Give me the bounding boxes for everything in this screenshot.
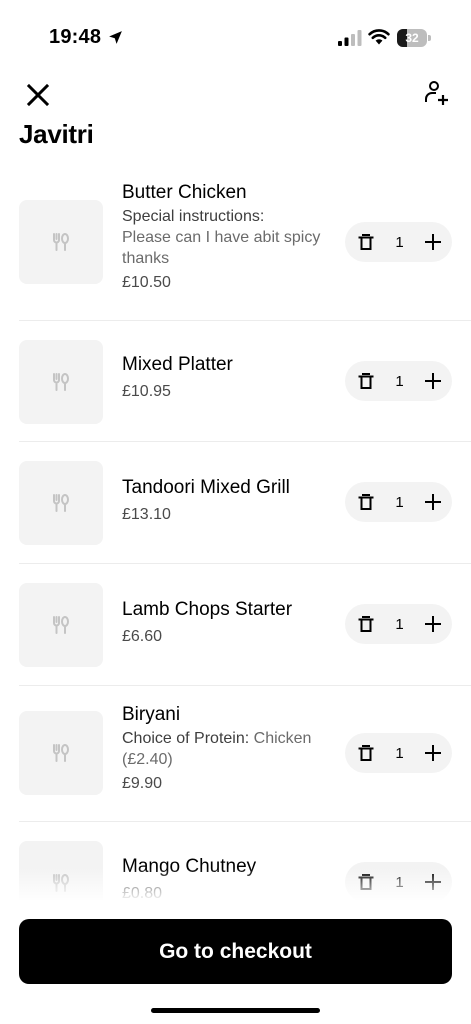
customization-label: Choice of Protein: [122,730,250,747]
utensils-icon [53,233,69,251]
home-indicator [151,1008,320,1013]
close-button[interactable] [22,79,54,111]
remove-item-button[interactable] [357,233,375,251]
cart-items-list: Butter Chicken Special instructions: Pleas… [0,172,471,942]
item-price: £6.60 [122,628,163,645]
item-quantity: 1 [395,372,404,390]
item-name: Biryani [122,704,181,725]
quantity-stepper: 1 [345,482,452,522]
checkout-button[interactable]: Go to checkout [19,919,452,984]
plus-icon [425,234,441,250]
item-name: Tandoori Mixed Grill [122,477,290,498]
increase-quantity-button[interactable] [424,372,442,390]
trash-icon [358,494,374,510]
item-thumbnail [19,200,103,284]
cart-item[interactable]: Biryani Choice of Protein: Chicken (£2.40… [19,686,471,822]
item-name: Lamb Chops Starter [122,599,293,620]
list-fade [0,868,471,902]
location-arrow-icon [109,31,122,44]
quantity-stepper: 1 [345,733,452,773]
customization-value: Please can I have abit spicy thanks [122,229,321,267]
trash-icon [358,373,374,389]
item-quantity: 1 [395,615,404,633]
cart-item[interactable]: Lamb Chops Starter £6.60 1 [19,564,471,686]
utensils-icon [53,373,69,391]
close-icon [26,83,50,107]
item-info: Mixed Platter £10.95 [122,352,337,404]
increase-quantity-button[interactable] [424,493,442,511]
cart-item[interactable]: Mixed Platter £10.95 1 [19,321,471,442]
cart-item[interactable]: Tandoori Mixed Grill £13.10 1 [19,442,471,564]
remove-item-button[interactable] [357,372,375,390]
item-quantity: 1 [395,233,404,251]
increase-quantity-button[interactable] [424,615,442,633]
increase-quantity-button[interactable] [424,744,442,762]
utensils-icon [53,616,69,634]
cart-item[interactable]: Butter Chicken Special instructions: Pleas… [19,172,471,321]
plus-icon [425,494,441,510]
item-name: Mixed Platter [122,354,233,375]
plus-icon [425,373,441,389]
utensils-icon [53,494,69,512]
add-person-icon [425,81,448,105]
trash-icon [358,616,374,632]
item-price: £10.95 [122,383,171,400]
increase-quantity-button[interactable] [424,233,442,251]
item-info: Lamb Chops Starter £6.60 [122,597,337,649]
item-customization: Choice of Protein: Chicken (£2.40) [122,728,337,770]
quantity-stepper: 1 [345,361,452,401]
item-info: Biryani Choice of Protein: Chicken (£2.40… [122,702,337,796]
trash-icon [358,234,374,250]
remove-item-button[interactable] [357,744,375,762]
item-price: £9.90 [122,775,163,792]
store-title: Javitri [19,119,94,149]
item-customization: Special instructions: Please can I have a… [122,206,337,269]
trash-icon [358,745,374,761]
status-bar: 19:48 32 [0,0,471,76]
add-person-button[interactable] [420,76,454,110]
item-price: £10.50 [122,274,171,291]
plus-icon [425,616,441,632]
cellular-signal-icon [338,30,362,46]
quantity-stepper: 1 [345,604,452,644]
utensils-icon [53,744,69,762]
item-quantity: 1 [395,493,404,511]
customization-label: Special instructions: [122,208,265,225]
remove-item-button[interactable] [357,615,375,633]
item-quantity: 1 [395,744,404,762]
battery-icon: 32 [397,29,431,47]
item-thumbnail [19,711,103,795]
quantity-stepper: 1 [345,222,452,262]
wifi-icon [368,29,390,45]
item-info: Butter Chicken Special instructions: Pleas… [122,180,337,295]
status-time: 19:48 [49,26,102,48]
battery-percent: 32 [405,31,419,45]
plus-icon [425,745,441,761]
item-name: Butter Chicken [122,182,247,203]
item-thumbnail [19,461,103,545]
remove-item-button[interactable] [357,493,375,511]
item-thumbnail [19,583,103,667]
item-info: Tandoori Mixed Grill £13.10 [122,475,337,527]
item-price: £13.10 [122,506,171,523]
item-thumbnail [19,340,103,424]
